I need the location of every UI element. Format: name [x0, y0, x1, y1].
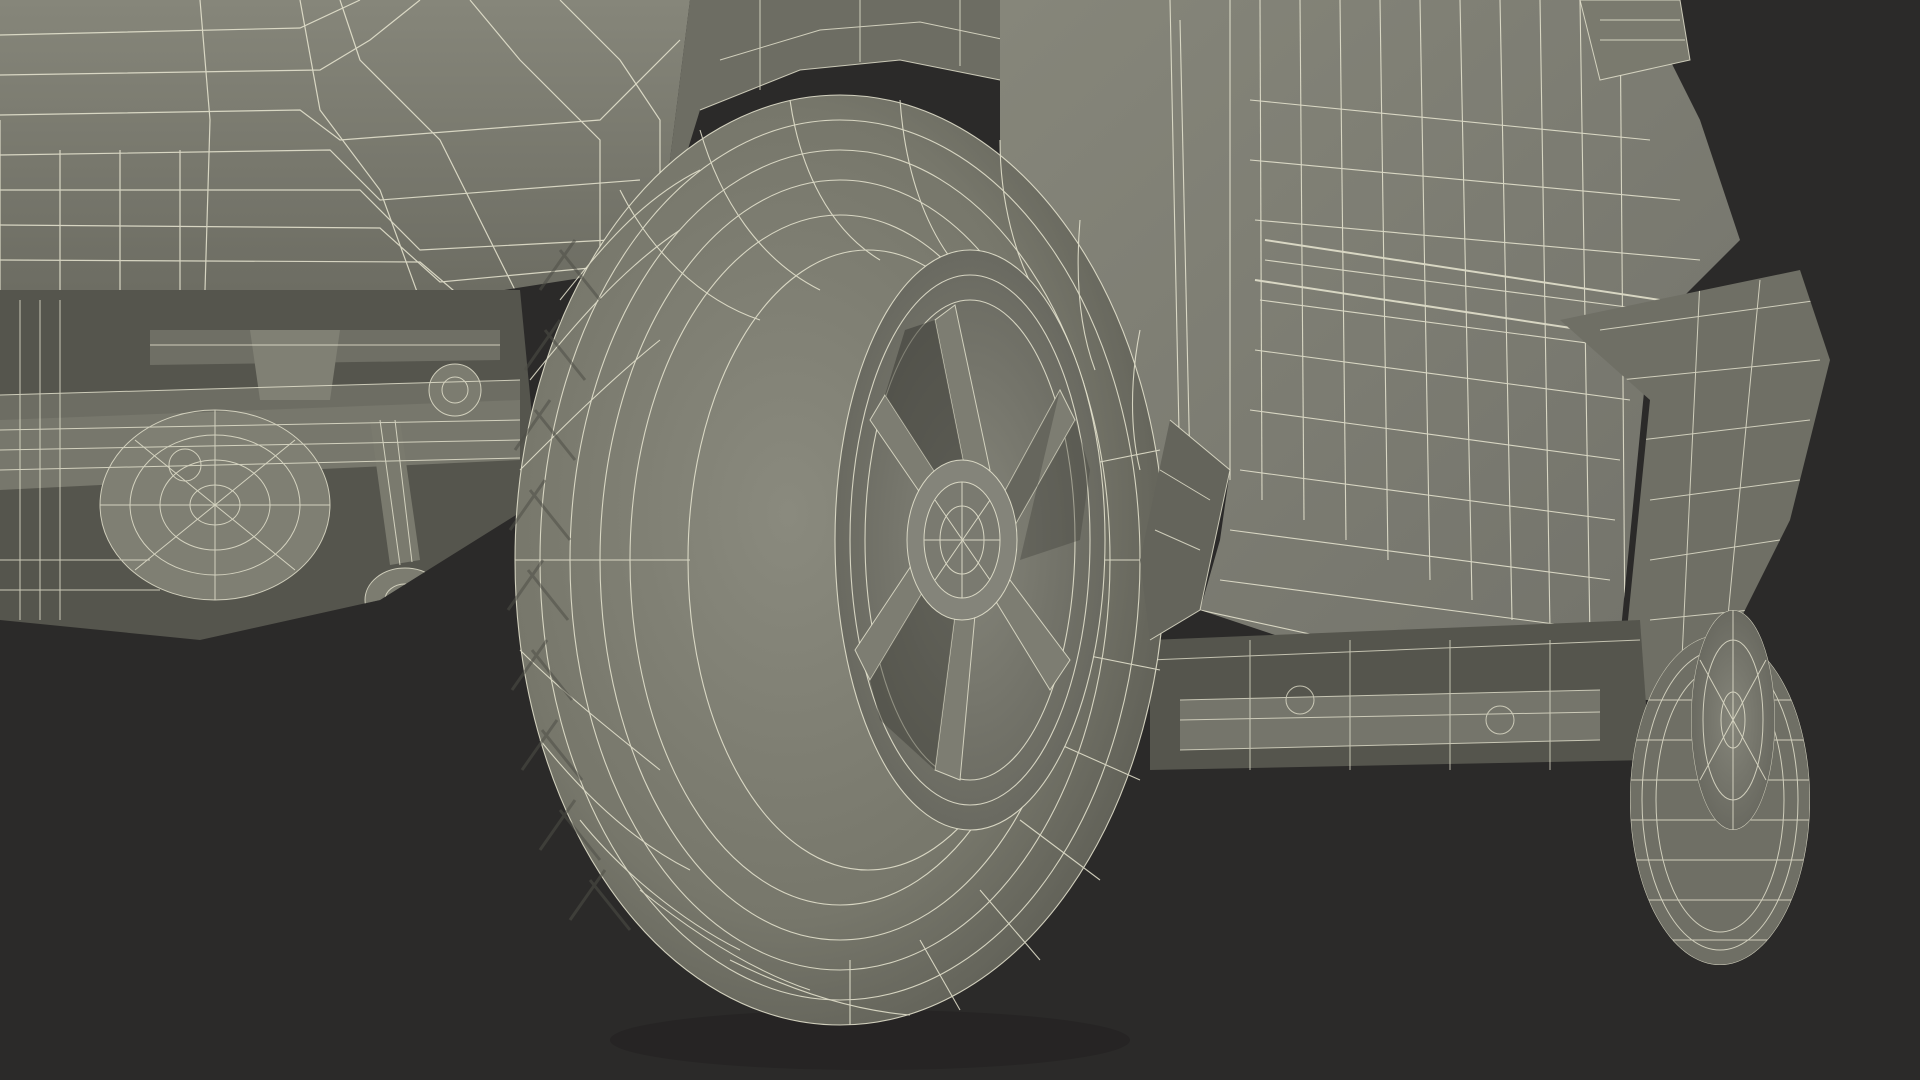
- rear-bumper: [0, 0, 690, 300]
- center-underbody: [1149, 620, 1650, 770]
- wireframe-render: [0, 0, 1920, 1080]
